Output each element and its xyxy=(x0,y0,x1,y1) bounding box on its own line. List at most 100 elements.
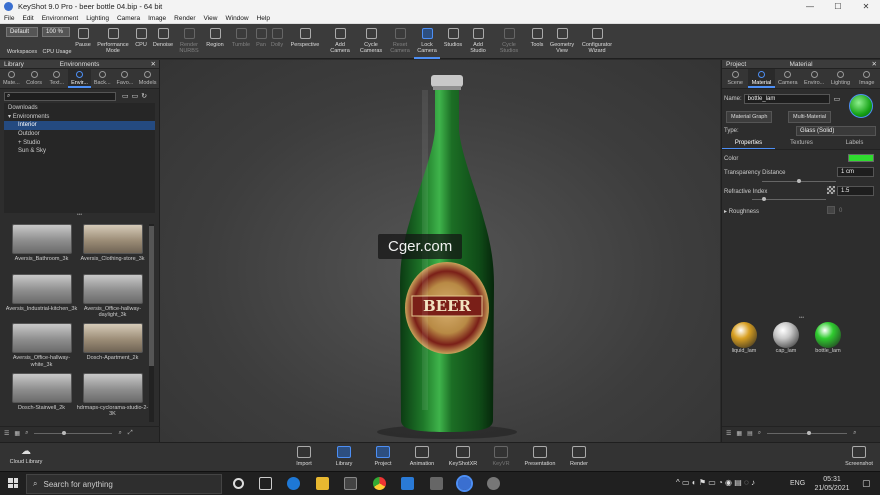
material-type-select[interactable]: Glass (Solid) xyxy=(796,126,876,136)
environment-thumbnail[interactable]: hdrmaps-cyclorama-studio-2-3K xyxy=(77,372,148,421)
ribbon-geometry-view-button[interactable]: Geometry View xyxy=(548,24,576,59)
thumbnail-scrollbar[interactable] xyxy=(149,224,154,422)
chrome-icon[interactable] xyxy=(373,477,386,490)
environment-thumbnail[interactable]: Aversis_Bathroom_3k xyxy=(6,224,77,272)
refractive-index-input[interactable]: 1.5 xyxy=(837,186,874,196)
library-tab-6[interactable]: Favo... xyxy=(114,69,137,88)
project-material-cap-lam[interactable]: cap_lam xyxy=(766,322,806,354)
ribbon-configurator-wizard-button[interactable]: Configurator Wizard xyxy=(578,24,616,59)
bottom-presentation-button[interactable]: Presentation xyxy=(522,445,558,470)
transparency-input[interactable]: 1 cm xyxy=(837,167,874,177)
list-view-icon[interactable]: ☰ xyxy=(726,430,731,437)
tree-item-sun-sky[interactable]: Sun & Sky xyxy=(4,147,155,156)
refresh-icon[interactable]: ↻ xyxy=(141,92,147,100)
tree-item-environments[interactable]: ▾ Environments xyxy=(4,113,155,122)
library-tab-1[interactable]: Mate... xyxy=(0,69,23,88)
roughness-value[interactable]: 0 xyxy=(839,208,842,214)
ribbon-region-button[interactable]: Region xyxy=(202,24,228,59)
save-material-icon[interactable]: ▭ xyxy=(834,95,841,103)
transparency-slider-knob[interactable] xyxy=(797,179,801,183)
menu-window[interactable]: Window xyxy=(221,15,252,22)
project-material-bottle-lam[interactable]: bottle_lam xyxy=(808,322,848,354)
slider-knob[interactable] xyxy=(807,431,812,435)
edge-browser-icon[interactable] xyxy=(287,477,300,490)
ribbon-cycle-cameras-button[interactable]: Cycle Cameras xyxy=(356,24,386,59)
environment-thumbnail[interactable]: Aversis_Office-hallway-daylight_3k xyxy=(77,273,148,322)
clock[interactable]: 05:31 21/05/2021 xyxy=(812,475,852,493)
project-tab-lighting[interactable]: Lighting xyxy=(827,69,853,88)
tree-item-interior[interactable]: Interior xyxy=(4,121,155,131)
close-button[interactable]: ✕ xyxy=(852,2,880,11)
project-tab-enviro[interactable]: Enviro... xyxy=(801,69,827,88)
ribbon-perspective-button[interactable]: Perspective xyxy=(286,24,324,59)
panel-close-icon[interactable]: ✕ xyxy=(872,60,877,69)
grid-view-icon[interactable]: ▦ xyxy=(736,430,742,437)
menu-file[interactable]: File xyxy=(0,15,18,22)
project-material-liquid-lam[interactable]: liquid_lam xyxy=(724,322,764,354)
ribbon-add-studio-button[interactable]: Add Studio xyxy=(466,24,490,59)
ribbon-add-camera-button[interactable]: Add Camera xyxy=(326,24,354,59)
tree-item-outdoor[interactable]: Outdoor xyxy=(4,130,155,139)
bottom-keyvr-button[interactable]: KeyVR xyxy=(483,445,519,470)
library-tab-2[interactable]: Colors xyxy=(23,69,46,88)
list-view-icon[interactable]: ☰ xyxy=(4,430,9,437)
zoom-in-icon[interactable]: ⌕ xyxy=(118,430,121,437)
task-view-icon[interactable] xyxy=(233,478,244,489)
tile-view-icon[interactable]: ▤ xyxy=(747,430,753,437)
library-tab-7[interactable]: Models xyxy=(136,69,159,88)
screenshot-button[interactable]: Screenshot xyxy=(840,445,878,470)
menu-lighting[interactable]: Lighting xyxy=(82,15,113,22)
subtab-properties[interactable]: Properties xyxy=(722,140,775,149)
splitter-handle[interactable]: ••• xyxy=(722,316,880,321)
environment-thumbnail[interactable]: Aversis_Industrial-kitchen_3k xyxy=(6,273,77,322)
menu-help[interactable]: Help xyxy=(253,15,274,22)
menu-view[interactable]: View xyxy=(200,15,222,22)
cloud-library-button[interactable]: ☁ Cloud Library xyxy=(4,445,48,470)
notification-icon[interactable]: ▢ xyxy=(862,478,871,489)
subtab-textures[interactable]: Textures xyxy=(775,140,828,149)
store-icon[interactable] xyxy=(344,477,357,490)
mail-icon[interactable] xyxy=(401,477,414,490)
material-preview[interactable] xyxy=(849,94,873,118)
calculator-icon[interactable] xyxy=(430,477,443,490)
bottom-library-button[interactable]: Library xyxy=(326,445,362,470)
ribbon-denoise-button[interactable]: Denoise xyxy=(150,24,176,59)
project-tab-scene[interactable]: Scene xyxy=(722,69,748,88)
ribbon-performance-mode-button[interactable]: Performance Mode xyxy=(94,24,132,59)
menu-render[interactable]: Render xyxy=(170,15,199,22)
material-graph-button[interactable]: Material Graph xyxy=(726,111,773,123)
zoom-out-icon[interactable]: ⌕ xyxy=(25,430,28,437)
ribbon-workspaces-button[interactable]: Workspaces xyxy=(4,24,40,59)
zoom-out-icon[interactable]: ⌕ xyxy=(758,430,761,437)
fit-icon[interactable]: ⤢ xyxy=(128,430,133,437)
ribbon-cpu-usage-button[interactable]: CPU Usage xyxy=(42,24,72,59)
subtab-labels[interactable]: Labels xyxy=(828,140,880,149)
library-tab-5[interactable]: Back... xyxy=(91,69,114,88)
panel-close-icon[interactable]: ✕ xyxy=(151,60,156,69)
ribbon-lock-camera-button[interactable]: Lock Camera xyxy=(414,24,440,59)
slider-knob[interactable] xyxy=(62,431,67,435)
render-viewport[interactable]: BEER Cger.com xyxy=(160,60,720,442)
thumbnail-size-slider[interactable] xyxy=(34,431,113,435)
ribbon-studios-button[interactable]: Studios xyxy=(442,24,464,59)
material-size-slider[interactable] xyxy=(767,431,848,435)
library-tab-3[interactable]: Text... xyxy=(45,69,68,88)
environment-thumbnail[interactable]: Aversis_Office-hallway-white_3k xyxy=(6,323,77,371)
menu-edit[interactable]: Edit xyxy=(18,15,37,22)
tree-item-downloads[interactable]: Downloads xyxy=(4,104,155,113)
ribbon-render-nurbs-button[interactable]: Render NURBS xyxy=(176,24,202,59)
texture-map-icon[interactable] xyxy=(827,186,835,194)
roughness-map-icon[interactable] xyxy=(827,206,835,214)
menu-image[interactable]: Image xyxy=(144,15,170,22)
windows-start-icon[interactable] xyxy=(8,478,18,488)
grid-view-icon[interactable]: ▦ xyxy=(14,430,20,437)
library-tab-4[interactable]: Envir... xyxy=(68,69,91,88)
project-tab-material[interactable]: Material xyxy=(748,69,775,88)
ribbon-pause-button[interactable]: Pause xyxy=(72,24,94,59)
refractive-slider-knob[interactable] xyxy=(762,197,766,201)
ribbon-pan-button[interactable]: Pan xyxy=(254,24,268,59)
app-icon[interactable] xyxy=(487,477,500,490)
ribbon-cpu-button[interactable]: CPU xyxy=(132,24,150,59)
menu-camera[interactable]: Camera xyxy=(113,15,144,22)
language-indicator[interactable]: ENG xyxy=(790,480,805,487)
